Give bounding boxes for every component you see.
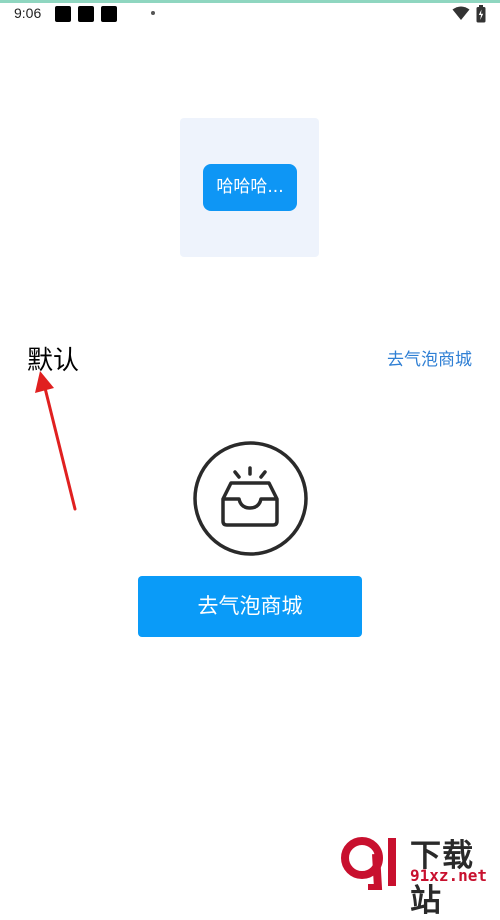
- go-bubble-mall-button[interactable]: 去气泡商城: [138, 576, 362, 637]
- status-bar: 9:06: [0, 3, 500, 25]
- wifi-icon: [452, 6, 470, 20]
- battery-icon: [476, 5, 486, 23]
- notification-icon: [101, 6, 117, 22]
- chat-bubble-sample: 哈哈哈...: [203, 164, 297, 211]
- bubble-preview: 哈哈哈...: [180, 118, 319, 257]
- bubble-mall-link[interactable]: 去气泡商城: [387, 345, 472, 370]
- dot-icon: [151, 11, 155, 15]
- watermark-url: 91xz.net: [410, 866, 488, 885]
- notification-icon: [78, 6, 94, 22]
- empty-box-icon: [193, 441, 308, 556]
- current-style-label: 默认: [27, 346, 80, 376]
- notification-icon: [55, 6, 71, 22]
- status-time: 9:06: [14, 5, 42, 21]
